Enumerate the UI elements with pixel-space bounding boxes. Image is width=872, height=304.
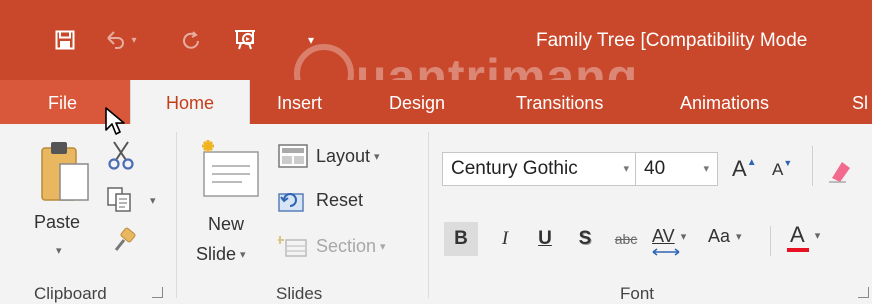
font-name-combo[interactable]: Century Gothic ▾ [442, 152, 636, 186]
underline-button[interactable]: U [528, 222, 562, 256]
font-name-value: Century Gothic [451, 158, 578, 179]
paste-icon[interactable] [38, 138, 92, 206]
grow-font-button[interactable]: A ▲ [732, 156, 757, 182]
new-slide-label-2: Slide [196, 244, 237, 264]
new-slide-label[interactable]: New [208, 214, 244, 235]
spacing-arrow-icon [652, 248, 680, 256]
shrink-font-button[interactable]: A ▼ [772, 158, 793, 180]
font-color-swatch [787, 248, 809, 252]
character-spacing-button[interactable]: AV ▾ [652, 226, 687, 256]
font-size-dropdown-icon[interactable]: ▾ [703, 153, 709, 185]
reset-label: Reset [316, 189, 364, 210]
section-icon [278, 236, 307, 257]
chevron-down-icon: ▾ [240, 249, 246, 261]
format-painter-icon[interactable] [110, 226, 136, 257]
chevron-down-icon: ▾ [814, 229, 821, 242]
slides-group-label: Slides [276, 284, 323, 303]
tab-animations[interactable]: Animations [680, 80, 769, 124]
italic-button[interactable]: I [488, 222, 522, 256]
chevron-down-icon: ▾ [374, 150, 380, 163]
tab-transitions[interactable]: Transitions [516, 80, 603, 124]
start-from-beginning-icon[interactable] [230, 22, 260, 58]
grow-font-label: A [732, 156, 747, 181]
font-divider [770, 226, 771, 256]
shrink-font-label: A [772, 160, 784, 179]
layout-button[interactable]: Layout ▾ [278, 144, 380, 168]
copy-dropdown-icon[interactable]: ▾ [150, 194, 156, 207]
change-case-label: Aa [708, 226, 731, 246]
save-icon[interactable] [50, 22, 80, 58]
clipboard-group-label: Clipboard [34, 284, 107, 303]
tab-design[interactable]: Design [389, 80, 445, 124]
new-slide-button[interactable]: Slide ▾ [196, 244, 246, 265]
bold-button[interactable]: B [444, 222, 478, 256]
font-divider [812, 146, 813, 186]
font-color-label: A [790, 222, 805, 247]
section-label: Section [316, 235, 377, 256]
clipboard-launcher-icon[interactable] [152, 287, 163, 298]
reset-button[interactable]: Reset [278, 188, 363, 212]
mouse-cursor-icon [104, 106, 128, 143]
font-size-combo[interactable]: 40 ▾ [636, 152, 718, 186]
text-shadow-button[interactable]: S [568, 222, 602, 256]
tab-insert[interactable]: Insert [277, 80, 322, 124]
character-spacing-label: AV [652, 226, 675, 246]
undo-dropdown-icon[interactable]: ▾ [126, 22, 142, 58]
group-divider [428, 132, 429, 298]
font-size-value: 40 [644, 158, 666, 179]
font-group-label: Font [620, 284, 655, 303]
new-slide-icon[interactable] [196, 138, 262, 200]
chevron-down-icon: ▾ [680, 231, 687, 243]
tab-home[interactable]: Home [130, 80, 250, 126]
clear-formatting-icon[interactable] [826, 156, 856, 189]
section-button[interactable]: Section ▾ [278, 234, 386, 258]
layout-label: Layout [316, 145, 371, 166]
paste-dropdown-icon[interactable]: ▾ [56, 244, 62, 257]
group-divider [176, 132, 177, 298]
layout-icon [278, 144, 308, 168]
font-color-button[interactable]: A ▾ [787, 222, 821, 252]
chevron-down-icon: ▾ [380, 240, 386, 253]
grow-font-icon: ▲ [746, 156, 757, 168]
strikethrough-button[interactable]: abc [606, 222, 646, 256]
tab-slideshow[interactable]: Sl [852, 80, 868, 124]
change-case-button[interactable]: Aa ▾ [708, 226, 742, 247]
window-title: Family Tree [Compatibility Mode [536, 30, 808, 51]
shrink-font-icon: ▼ [783, 158, 793, 168]
font-launcher-icon[interactable] [858, 287, 869, 298]
chevron-down-icon: ▾ [736, 231, 742, 243]
redo-icon[interactable] [176, 22, 206, 58]
reset-icon [278, 193, 304, 212]
customize-qat-icon[interactable]: ▾ [296, 22, 326, 58]
copy-icon[interactable] [106, 186, 134, 219]
font-name-dropdown-icon[interactable]: ▾ [623, 153, 629, 185]
cut-icon[interactable] [106, 140, 136, 175]
paste-button[interactable]: Paste [34, 212, 80, 233]
